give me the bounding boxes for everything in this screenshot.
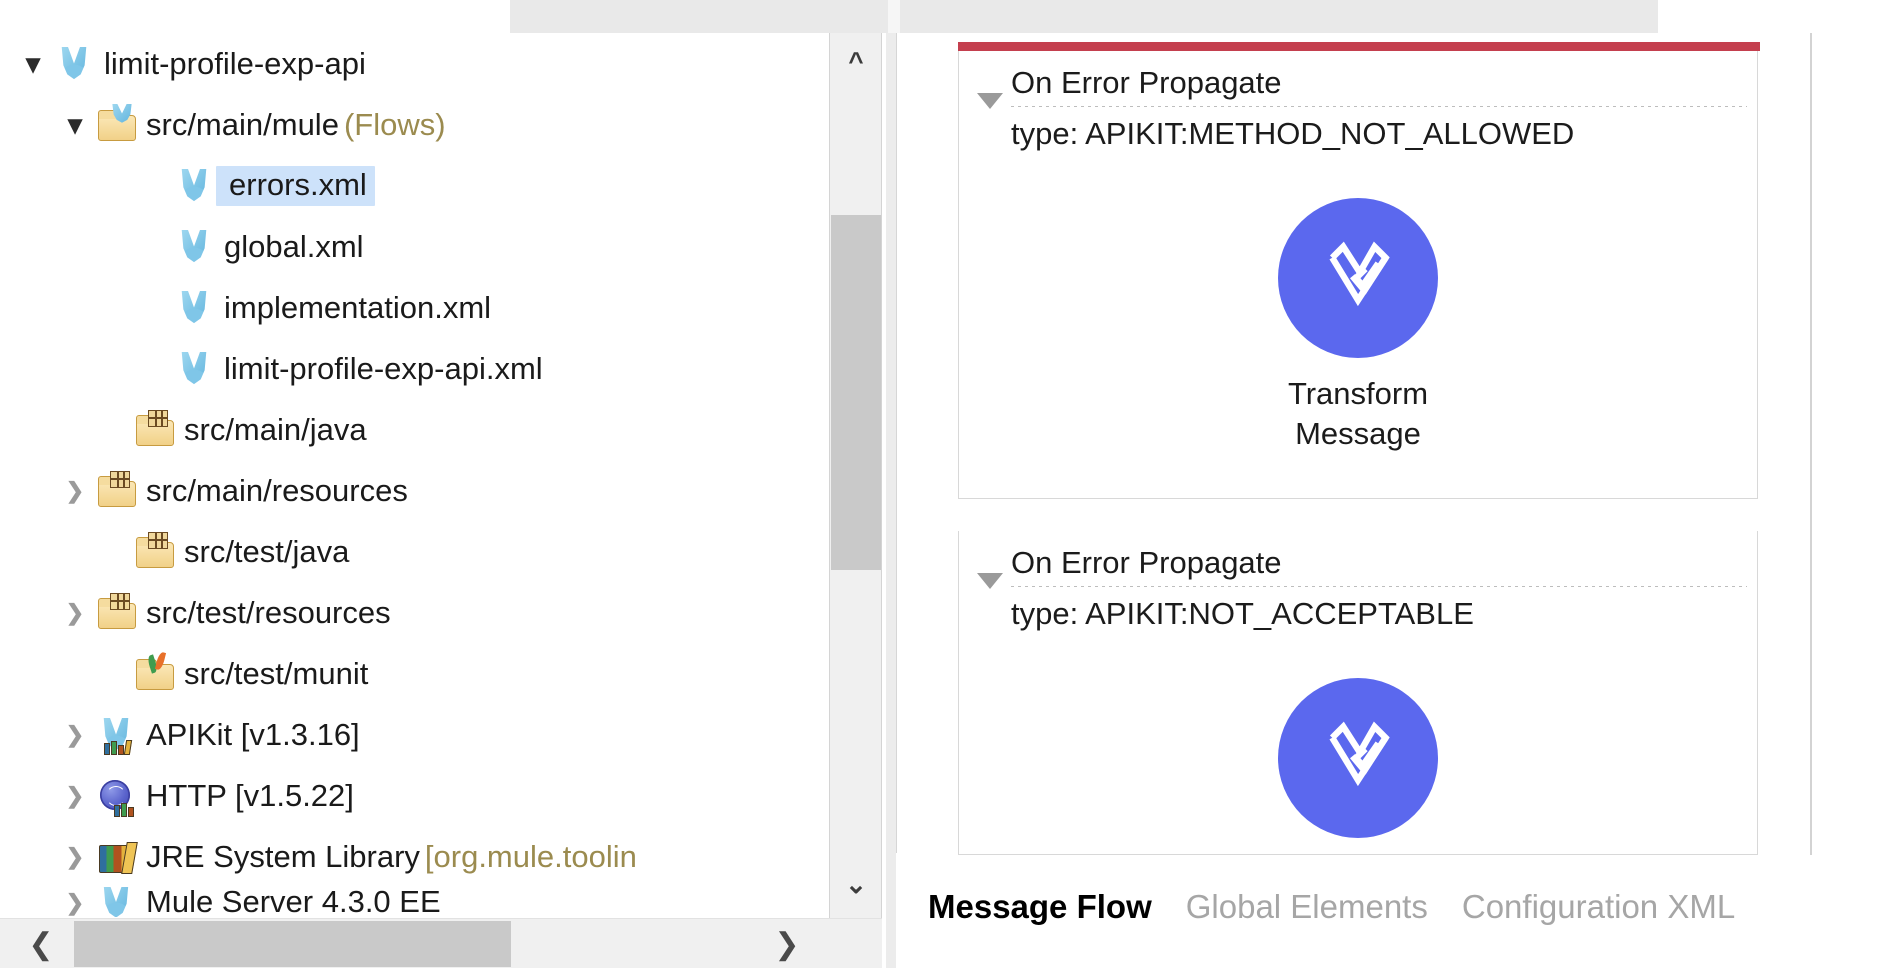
mule-file-icon (172, 286, 216, 330)
mule-file-icon (172, 164, 216, 208)
component-label-line2: Message (1295, 415, 1421, 451)
error-handler-accent-bar (958, 42, 1760, 51)
scrollbar-thumb-horizontal[interactable] (74, 921, 511, 967)
chevron-left-icon[interactable]: ❮ (14, 919, 68, 968)
mule-project-icon (52, 42, 96, 86)
munit-folder-icon (132, 650, 176, 696)
tree-item-implementation-xml[interactable]: implementation.xml (0, 277, 829, 338)
explorer-vertical-scrollbar[interactable]: ^ ⌄ (830, 33, 882, 918)
chevron-right-icon[interactable]: ❯ (760, 919, 814, 968)
tree-item-src-test-java[interactable]: src/test/java (0, 521, 829, 582)
tree-item-label: JRE System Library (146, 838, 420, 874)
chevron-right-icon[interactable] (56, 843, 94, 870)
tree-item-mule-server[interactable]: Mule Server 4.3.0 EE (0, 887, 829, 917)
transform-message-icon (1278, 198, 1438, 358)
mule-file-icon (172, 225, 216, 269)
chevron-right-icon[interactable] (56, 599, 94, 626)
tab-message-flow[interactable]: Message Flow (928, 888, 1152, 926)
jre-library-icon (94, 835, 138, 879)
error-handler-title: On Error Propagate (1011, 65, 1757, 107)
error-handler-title: On Error Propagate (1011, 545, 1757, 587)
mule-folder-icon (94, 103, 138, 147)
apikit-library-icon (94, 713, 138, 757)
explorer-horizontal-scrollbar[interactable]: ❮ ❯ (0, 918, 882, 968)
tree-item-project-xml[interactable]: limit-profile-exp-api.xml (0, 338, 829, 399)
java-package-folder-icon (94, 591, 138, 635)
flow-component[interactable]: Transform Message (959, 160, 1757, 469)
chevron-right-icon[interactable] (56, 477, 94, 504)
tree-item-label: HTTP [v1.5.22] (146, 777, 354, 813)
tree-item-global-xml[interactable]: global.xml (0, 216, 829, 277)
collapse-triangle-icon[interactable] (977, 573, 1003, 589)
transform-message-icon (1278, 678, 1438, 838)
mule-file-icon (172, 347, 216, 391)
component-label: Transform Message (1288, 374, 1428, 453)
package-explorer-panel[interactable]: limit-profile-exp-api src/main/mule (Flo… (0, 33, 830, 918)
tree-item-src-main-mule[interactable]: src/main/mule (Flows) (0, 94, 829, 155)
error-handler-type: type: APIKIT:METHOD_NOT_ALLOWED (1011, 116, 1575, 151)
canvas-left-rule (896, 33, 897, 853)
chevron-down-icon[interactable] (56, 108, 94, 141)
tree-item-label: src/main/java (184, 411, 367, 447)
collapse-triangle-icon[interactable] (977, 93, 1003, 109)
tree-item-suffix: [org.mule.toolin (424, 838, 637, 874)
java-package-folder-icon (132, 408, 176, 452)
tab-configuration-xml[interactable]: Configuration XML (1462, 888, 1735, 926)
mule-server-icon (94, 887, 138, 917)
tab-global-elements[interactable]: Global Elements (1186, 888, 1428, 926)
tree-item-project[interactable]: limit-profile-exp-api (0, 33, 829, 94)
editor-tabstrip-left (510, 0, 888, 33)
canvas-right-rule (1810, 33, 1812, 855)
chevron-down-icon[interactable]: ⌄ (830, 862, 882, 906)
tree-item-label: implementation.xml (224, 289, 492, 325)
editor-view-tabs[interactable]: Message Flow Global Elements Configurati… (896, 870, 1900, 968)
package-explorer-tree: limit-profile-exp-api src/main/mule (Flo… (0, 33, 829, 918)
tree-item-label: errors.xml (229, 166, 367, 202)
tree-item-label: limit-profile-exp-api.xml (224, 350, 543, 386)
error-handler-header: On Error Propagate type: APIKIT:NOT_ACCE… (959, 531, 1757, 640)
tree-item-apikit-library[interactable]: APIKit [v1.3.16] (0, 704, 829, 765)
error-handler-block[interactable]: On Error Propagate type: APIKIT:METHOD_N… (958, 42, 1760, 499)
error-handler-type: type: APIKIT:NOT_ACCEPTABLE (1011, 596, 1474, 631)
message-flow-canvas[interactable]: On Error Propagate type: APIKIT:METHOD_N… (896, 33, 1900, 968)
chevron-right-icon[interactable] (56, 721, 94, 748)
tree-item-errors-xml[interactable]: errors.xml (0, 155, 829, 216)
tree-item-label: APIKit [v1.3.16] (146, 716, 360, 752)
tree-item-src-main-resources[interactable]: src/main/resources (0, 460, 829, 521)
chevron-right-icon[interactable] (56, 782, 94, 809)
component-label-line1: Transform (1288, 854, 1428, 855)
chevron-down-icon[interactable] (14, 47, 52, 80)
tree-item-src-test-resources[interactable]: src/test/resources (0, 582, 829, 643)
tree-item-src-test-munit[interactable]: src/test/munit (0, 643, 829, 704)
scrollbar-thumb-vertical[interactable] (831, 215, 881, 570)
tree-item-label: src/test/resources (146, 594, 391, 630)
tree-item-label: src/test/java (184, 533, 350, 569)
tree-item-label: src/test/munit (184, 655, 369, 691)
java-package-folder-icon (94, 469, 138, 513)
tree-item-label: src/main/resources (146, 472, 408, 508)
tree-item-label: src/main/mule (146, 106, 339, 142)
tree-item-label: Mule Server 4.3.0 EE (146, 887, 441, 917)
error-handler-block[interactable]: On Error Propagate type: APIKIT:NOT_ACCE… (958, 531, 1758, 855)
tree-item-label: limit-profile-exp-api (104, 45, 366, 81)
tree-item-src-main-java[interactable]: src/main/java (0, 399, 829, 460)
tree-item-http-library[interactable]: HTTP [v1.5.22] (0, 765, 829, 826)
editor-tab-gap (888, 0, 900, 33)
error-handler-header: On Error Propagate type: APIKIT:METHOD_N… (959, 51, 1757, 160)
flow-component[interactable]: Transform Message (959, 640, 1757, 855)
tree-item-label: global.xml (224, 228, 364, 264)
http-library-icon (94, 774, 138, 818)
pane-splitter[interactable] (886, 33, 896, 968)
chevron-up-icon[interactable]: ^ (830, 39, 882, 83)
component-label: Transform Message (1288, 854, 1428, 855)
java-package-folder-icon (132, 530, 176, 574)
application-window: limit-profile-exp-api src/main/mule (Flo… (0, 0, 1900, 968)
chevron-right-icon[interactable] (56, 889, 94, 916)
tree-item-jre-system-library[interactable]: JRE System Library [org.mule.toolin (0, 826, 829, 887)
tree-item-suffix: (Flows) (343, 106, 446, 142)
editor-tabstrip-right (900, 0, 1658, 33)
component-label-line1: Transform (1287, 376, 1429, 411)
